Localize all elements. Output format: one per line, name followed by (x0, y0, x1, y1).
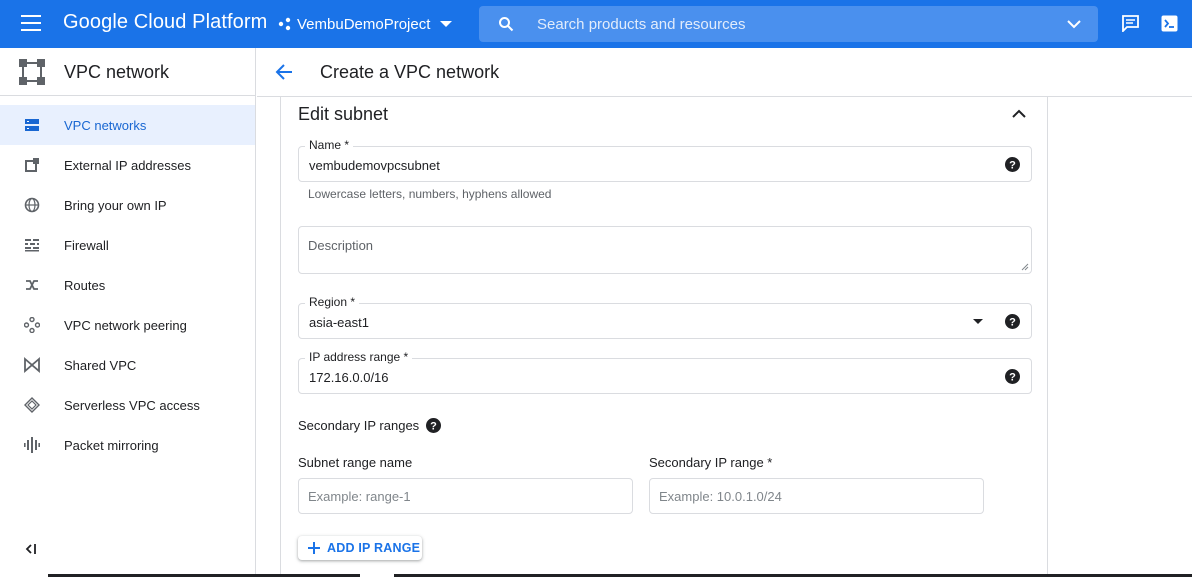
feedback-icon[interactable] (1122, 15, 1139, 32)
routes-icon (26, 280, 38, 290)
plus-icon (308, 542, 320, 554)
ip-range-label: IP address range * (305, 350, 413, 364)
sidebar-title: VPC network (64, 62, 170, 82)
subnet-range-name-input[interactable] (299, 479, 632, 513)
sidebar-item-label: VPC networks (64, 117, 147, 133)
sidebar-item-external-ip[interactable]: External IP addresses (0, 145, 255, 185)
chevron-down-icon (440, 21, 453, 27)
ip-range-value[interactable]: 172.16.0.0/16 (309, 370, 389, 385)
firewall-icon (25, 239, 39, 252)
serverless-icon (24, 397, 40, 413)
dropdown-arrow-icon[interactable] (973, 319, 983, 324)
subnet-range-name-label: Subnet range name (298, 455, 413, 470)
project-dots-icon (278, 17, 291, 31)
name-field[interactable]: Name * vembudemovpcsubnet ? (298, 138, 1032, 182)
name-hint: Lowercase letters, numbers, hyphens allo… (308, 187, 552, 201)
cloud-shell-icon[interactable] (1161, 15, 1178, 32)
edit-subnet-panel: Edit subnet Name * vembudemovpcsubnet ? … (280, 97, 1048, 577)
peering-icon (24, 317, 40, 333)
sidebar-item-packet-mirroring[interactable]: Packet mirroring (0, 425, 255, 465)
search-bar[interactable] (479, 6, 1098, 42)
sidebar-item-serverless[interactable]: Serverless VPC access (0, 385, 255, 425)
help-icon[interactable]: ? (426, 418, 442, 433)
section-title: Edit subnet (298, 104, 389, 124)
sidebar-item-label: Packet mirroring (64, 437, 159, 453)
vpc-networks-icon (25, 119, 39, 131)
search-expand-icon[interactable] (1067, 19, 1081, 29)
page-title: Create a VPC network (320, 62, 500, 82)
shared-vpc-icon (24, 357, 40, 373)
sidebar-item-routes[interactable]: Routes (0, 265, 255, 305)
sidebar-header: VPC network (0, 48, 255, 96)
region-label: Region * (305, 295, 360, 309)
secondary-ranges-heading: Secondary IP ranges ? (298, 418, 442, 433)
add-ip-range-button[interactable]: ADD IP RANGE (298, 536, 422, 560)
name-label: Name * (305, 138, 354, 152)
name-value[interactable]: vembudemovpcsubnet (309, 158, 440, 173)
add-ip-range-label: ADD IP RANGE (327, 541, 421, 555)
svg-text:?: ? (1009, 372, 1016, 384)
chevron-up-icon[interactable] (1012, 109, 1026, 119)
external-ip-icon (25, 158, 39, 172)
sidebar-item-shared-vpc[interactable]: Shared VPC (0, 345, 255, 385)
packet-mirroring-icon (24, 437, 40, 453)
collapse-sidebar-icon[interactable] (24, 542, 38, 556)
sidebar-item-byoip[interactable]: Bring your own IP (0, 185, 255, 225)
vpc-network-logo-icon (19, 59, 45, 85)
svg-text:?: ? (1009, 317, 1016, 329)
back-arrow-icon[interactable] (275, 63, 293, 81)
sidebar-item-label: Serverless VPC access (64, 397, 200, 413)
secondary-ranges-title: Secondary IP ranges (298, 418, 420, 433)
svg-text:?: ? (1009, 160, 1016, 172)
project-name: VembuDemoProject (297, 15, 431, 33)
subnet-range-name-field[interactable] (298, 478, 633, 514)
sidebar-item-vpc-networks[interactable]: VPC networks (0, 105, 255, 145)
globe-icon (24, 197, 40, 213)
help-icon[interactable]: ? (1005, 157, 1020, 172)
sidebar: VPC network VPC networks External IP add… (0, 48, 256, 577)
help-icon[interactable]: ? (1005, 369, 1020, 384)
sidebar-item-peering[interactable]: VPC network peering (0, 305, 255, 345)
sidebar-item-label: Routes (64, 277, 106, 293)
search-input[interactable] (535, 14, 1035, 34)
sidebar-item-label: Firewall (64, 237, 109, 253)
secondary-range-input[interactable] (650, 479, 983, 513)
secondary-range-label: Secondary IP range * (649, 455, 773, 470)
help-icon[interactable]: ? (1005, 314, 1020, 329)
sidebar-item-label: Shared VPC (64, 357, 137, 373)
description-field[interactable] (298, 226, 1032, 274)
ip-range-field[interactable]: IP address range * 172.16.0.0/16 ? (298, 350, 1032, 394)
sidebar-item-label: Bring your own IP (64, 197, 167, 213)
brand-title[interactable]: Google Cloud Platform (63, 11, 267, 34)
resize-handle-icon[interactable] (1021, 263, 1029, 271)
region-select[interactable]: Region * asia-east1 ? (298, 295, 1032, 339)
top-app-bar: Google Cloud Platform VembuDemoProject (0, 0, 1192, 48)
sidebar-item-firewall[interactable]: Firewall (0, 225, 255, 265)
search-icon (499, 17, 514, 32)
region-value[interactable]: asia-east1 (309, 315, 369, 330)
secondary-range-field[interactable] (649, 478, 984, 514)
description-input[interactable] (299, 227, 1031, 273)
sidebar-item-label: External IP addresses (64, 157, 191, 173)
hamburger-menu-icon[interactable] (21, 15, 41, 31)
svg-text:?: ? (430, 421, 437, 433)
project-selector[interactable]: VembuDemoProject (278, 12, 453, 36)
sidebar-item-label: VPC network peering (64, 317, 187, 333)
page-header: Create a VPC network (257, 48, 1192, 97)
